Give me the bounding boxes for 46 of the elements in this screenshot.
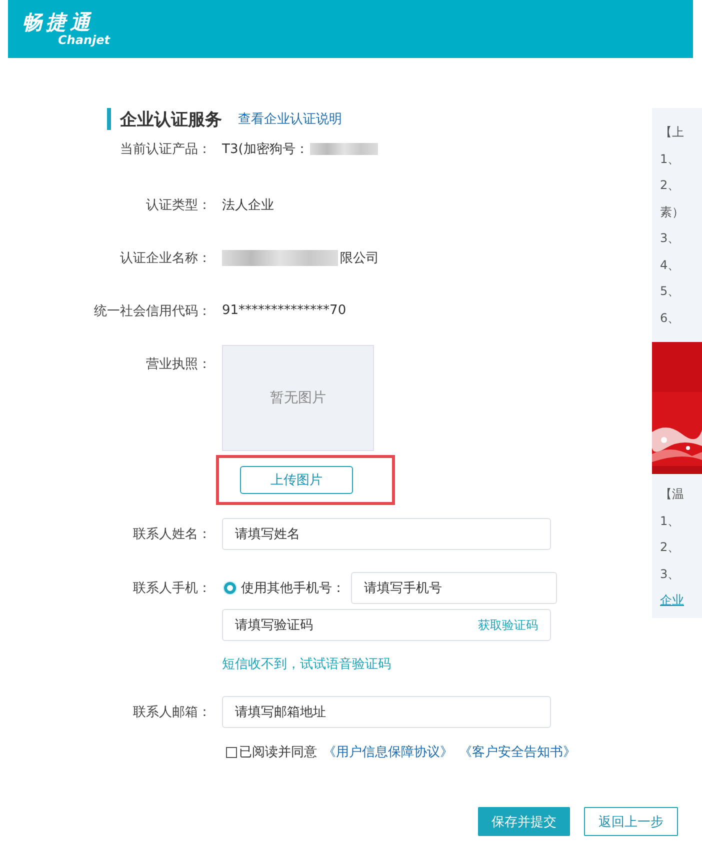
side-text: 2、: [659, 539, 681, 556]
side-text: 1、: [659, 512, 681, 530]
blurred-text: [310, 143, 378, 155]
field-value: 限公司: [340, 250, 379, 266]
agreement-link[interactable]: 《用户信息保障协议》: [323, 743, 453, 761]
radio-label: 使用其他手机号：: [241, 580, 345, 597]
empty-image-text: 暂无图片: [270, 389, 326, 407]
explanation-link[interactable]: 查看企业认证说明: [238, 110, 342, 128]
back-button[interactable]: 返回上一步: [584, 807, 678, 836]
checkbox[interactable]: [226, 746, 237, 758]
voice-code-link[interactable]: 短信收不到，试试语音验证码: [222, 655, 652, 673]
radio-button[interactable]: [224, 582, 236, 594]
phone-input[interactable]: 请填写手机号: [351, 572, 557, 604]
field-value: 91**************70: [222, 303, 346, 318]
code-input[interactable]: 请填写验证码 获取验证码: [222, 609, 551, 641]
name-input[interactable]: 请填写姓名: [222, 518, 551, 550]
field-label: 统一社会信用代码：: [93, 302, 212, 320]
side-text: 【温: [659, 486, 685, 503]
submit-button[interactable]: 保存并提交: [478, 807, 570, 836]
upload-button[interactable]: 上传图片: [240, 466, 353, 494]
side-text: 【上: [659, 124, 685, 141]
logo-subtext: Chanjet: [58, 33, 110, 47]
field-label: 联系人手机：: [132, 580, 212, 597]
field-value: 法人企业: [222, 196, 274, 214]
logo-text: 畅捷通: [22, 11, 94, 33]
agreement-text: 已阅读并同意: [239, 744, 317, 761]
field-value: T3(加密狗号：: [222, 141, 308, 158]
section-title: 企业认证服务: [120, 108, 222, 130]
side-link[interactable]: 企业: [652, 590, 702, 616]
side-text: 2、: [659, 177, 681, 194]
side-text: 3、: [659, 230, 681, 247]
email-input[interactable]: 请填写邮箱地址: [222, 696, 551, 728]
field-label: 联系人邮箱：: [132, 704, 212, 721]
field-label: 当前认证产品：: [119, 141, 212, 158]
field-label: 营业执照：: [145, 356, 212, 373]
side-text: 5、: [659, 283, 681, 300]
get-code-link[interactable]: 获取验证码: [478, 616, 538, 634]
field-label: 联系人姓名：: [132, 526, 212, 543]
side-text: 素）: [659, 204, 685, 220]
field-label: 认证企业名称：: [119, 250, 212, 266]
side-text: 6、: [659, 310, 681, 326]
side-text: 1、: [659, 150, 681, 168]
agreement-link[interactable]: 《客户安全告知书》: [459, 743, 576, 761]
side-text: 3、: [659, 566, 681, 582]
field-label: 认证类型：: [145, 196, 212, 214]
side-text: 4、: [659, 256, 681, 274]
